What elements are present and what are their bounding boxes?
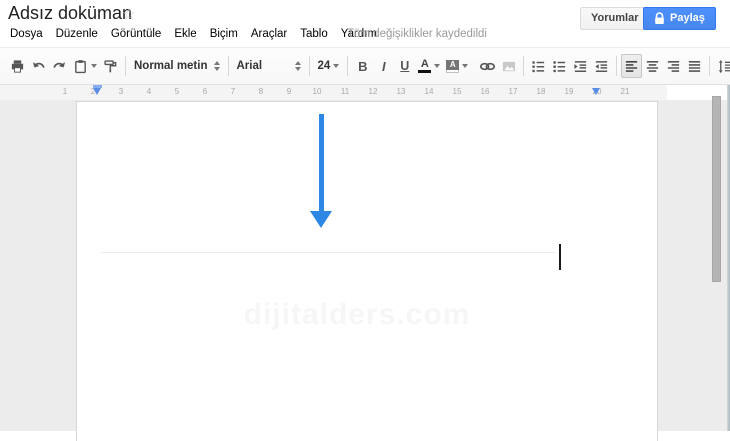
clipboard-icon [75,59,86,73]
menu-ekle[interactable]: Ekle [172,26,198,42]
line-spacing-icon [719,59,730,73]
increase-indent-icon [595,60,608,72]
text-color-icon: A [418,59,432,73]
web-clipboard-button[interactable] [70,54,100,78]
highlight-color-icon: A [446,59,460,73]
star-icon[interactable]: ☆ [122,5,135,23]
save-status: Tüm değişiklikler kaydedildi [347,28,487,40]
align-left-icon [626,60,638,72]
align-center-icon [647,60,659,72]
share-button-label: Paylaş [670,12,705,24]
menu-dosya[interactable]: Dosya [8,26,45,42]
vertical-scrollbar-thumb[interactable] [712,96,721,282]
font-dropdown-value: Arial [236,60,263,72]
justify-button[interactable] [684,54,705,78]
comments-button[interactable]: Yorumlar [580,7,650,30]
insert-link-button[interactable] [477,54,498,78]
decrease-indent-button[interactable] [570,54,591,78]
menu-tablo[interactable]: Tablo [298,26,330,42]
comments-button-label: Yorumlar [591,12,639,24]
italic-button[interactable]: I [373,54,394,78]
bold-label: B [358,58,368,74]
toolbar-separator [125,56,126,76]
font-size-value: 24 [317,60,331,72]
toolbar-separator [616,56,618,76]
highlight-dropdown-arrow[interactable] [462,64,469,68]
line-spacing-button[interactable] [714,54,730,78]
toolbar: Normal metin Arial 24 B I U A A [0,47,730,85]
print-icon [11,59,24,73]
underline-button[interactable]: U [394,54,415,78]
right-indent-marker[interactable] [592,88,600,95]
clipboard-dropdown-arrow[interactable] [91,64,97,68]
align-left-button[interactable] [621,54,643,78]
share-button[interactable]: Paylaş [643,7,716,30]
redo-icon [53,61,66,68]
menu-araclar[interactable]: Araçlar [249,26,289,42]
toolbar-separator [347,56,349,76]
paint-roller-icon [104,59,117,72]
highlight-color-button[interactable]: A [443,54,471,78]
styles-dropdown[interactable]: Normal metin [130,54,224,78]
document-title[interactable]: Adsız doküman [8,3,132,24]
ruler[interactable]: 12 34 56 78 9 10 11 12 13 14 15 16 17 18 19 20… [0,85,667,100]
undo-button[interactable] [28,54,49,78]
horizontal-line-shape[interactable] [101,252,556,253]
font-size-dropdown[interactable]: 24 [314,54,344,78]
font-size-dropdown-arrow [333,64,340,68]
left-indent-marker[interactable] [93,88,101,95]
down-arrow-head[interactable] [310,211,332,228]
align-right-button[interactable] [663,54,684,78]
link-icon [480,62,496,70]
bulleted-list-icon [553,60,566,72]
toolbar-separator [227,56,229,76]
redo-button[interactable] [49,54,70,78]
lock-icon [654,12,665,25]
undo-icon [32,61,45,68]
toolbar-separator [308,56,310,76]
styles-dropdown-value: Normal metin [134,60,208,72]
align-right-icon [668,60,680,72]
text-color-button[interactable]: A [415,54,443,78]
ruler-numbers: 12 34 56 78 9 10 11 12 13 14 15 16 17 18 19 20… [55,87,635,96]
watermark-text: dijitalders.com [243,298,471,331]
align-center-button[interactable] [642,54,663,78]
document-background: dijitalders.com [0,100,730,441]
menu-duzenle[interactable]: Düzenle [54,26,100,42]
menu-bar: Dosya Düzenle Görüntüle Ekle Biçim Araçl… [8,26,379,42]
stepper-icon [294,61,301,71]
increase-indent-button[interactable] [591,54,612,78]
menu-goruntule[interactable]: Görüntüle [109,26,164,42]
insert-image-button[interactable] [498,54,519,78]
document-page[interactable]: dijitalders.com [76,101,658,441]
toolbar-separator [709,56,711,76]
image-icon [502,61,515,71]
stepper-icon [213,61,220,71]
italic-label: I [381,58,386,74]
menu-bicim[interactable]: Biçim [208,26,240,42]
down-arrow-shape[interactable] [319,114,324,212]
underline-label: U [400,59,410,73]
numbered-list-icon [532,60,545,72]
text-cursor [559,244,561,270]
numbered-list-button[interactable] [528,54,549,78]
bold-button[interactable]: B [352,54,373,78]
justify-icon [689,60,701,72]
paint-format-button[interactable] [100,54,121,78]
bulleted-list-button[interactable] [549,54,570,78]
print-button[interactable] [7,54,28,78]
font-dropdown[interactable]: Arial [233,54,305,78]
toolbar-separator [523,56,525,76]
text-color-dropdown-arrow[interactable] [434,64,441,68]
decrease-indent-icon [574,60,587,72]
